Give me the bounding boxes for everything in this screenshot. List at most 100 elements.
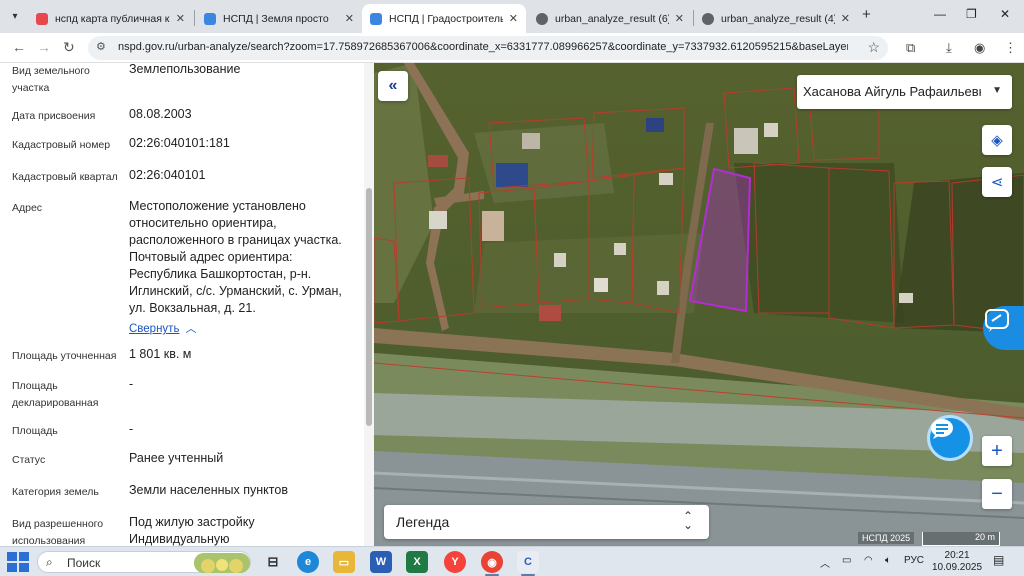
tab-label: urban_analyze_result (6).pdf [555,12,669,25]
detail-label: Кадастровый номер [12,139,111,151]
collapse-link[interactable]: Свернуть [129,323,179,335]
profile-icon[interactable]: ◉ [974,40,985,56]
detail-value: - [129,377,134,391]
bookmark-star-icon[interactable]: ☆ [867,39,880,56]
detail-value: Землепользование [129,63,241,76]
network-icon[interactable]: ▭ [842,555,851,566]
notifications-icon[interactable]: ▤ [993,553,1004,567]
share-button[interactable]: ⋖ [982,167,1012,197]
globe-icon [536,12,548,25]
detail-value: 1 801 кв. м [129,347,192,361]
yandex-browser-icon[interactable]: Y [444,551,466,573]
close-icon[interactable]: ✕ [176,12,185,25]
tab-1[interactable]: нспд карта публичная кадастровая ✕ [28,4,193,33]
sort-arrows-icon: ⌃ ⌄ [682,509,693,532]
url-text: nspd.gov.ru/urban-analyze/search?zoom=17… [118,41,848,53]
detail-label: Вид земельного участка [12,65,90,94]
back-button[interactable]: ← [12,39,26,55]
detail-value: 08.08.2003 [129,107,192,121]
detail-value: 02:26:040101:181 [129,136,230,150]
map-view[interactable]: « Хасанова Айгуль Рафаильевна ▼ ◈ ⋖ + − … [374,63,1024,546]
layers-button[interactable]: ◈ [982,125,1012,155]
detail-value: Местоположение установлено относительно … [129,199,342,315]
wifi-icon[interactable]: ◠ [864,555,873,566]
file-explorer-icon[interactable]: ▭ [333,551,355,573]
menu-icon[interactable]: ⋮ [1004,40,1017,56]
excel-icon[interactable]: X [406,551,428,573]
search-placeholder: Поиск [67,556,101,570]
search-icon: ⌕ [46,555,53,569]
detail-label: Площадь [12,425,58,437]
chat-button[interactable] [927,415,973,461]
panel-scrollbar-thumb[interactable] [366,188,372,426]
screen: ▾ нспд карта публичная кадастровая ✕ НСП… [0,0,1024,576]
forward-button[interactable]: → [37,39,51,55]
clock-date: 10.09.2025 [932,562,983,573]
tab-5[interactable]: urban_analyze_result (4).pdf ✕ [694,4,858,33]
reload-button[interactable]: ↻ [63,39,75,56]
taskbar: ⌕ Поиск ⊟ e ▭ W X Y ◉ C ︿ ▭ ◠ 🔈︎ РУС 20:… [0,546,1024,576]
detail-label: Статус [12,454,46,466]
address-bar[interactable]: ⚙ nspd.gov.ru/urban-analyze/search?zoom=… [88,36,888,60]
chevron-up-icon[interactable]: ︿ [185,323,196,335]
favicon-icon [370,12,382,25]
zoom-in-button[interactable]: + [982,436,1012,466]
favicon-icon [36,12,48,25]
close-icon[interactable]: ✕ [841,12,850,25]
new-tab-button[interactable]: + [862,6,871,23]
detail-label: Площадь декларированная [12,380,99,409]
detail-value: Под жилую застройку Индивидуальную [129,515,255,546]
object-details-panel: Вид земельного участка Землепользование … [0,63,374,546]
chrome-icon[interactable]: ◉ [481,551,503,573]
zoom-out-button[interactable]: − [982,479,1012,509]
globe-icon [702,12,714,25]
tab-3-active[interactable]: НСПД | Градостроительный анализ ✕ [362,4,526,33]
tray-chevron-icon[interactable]: ︿ [820,555,830,570]
tab-2[interactable]: НСПД | Земля просто ✕ [196,4,362,33]
language-indicator[interactable]: РУС [904,555,924,566]
minimize-button[interactable]: — [934,7,946,21]
download-icon[interactable]: ⤓ [946,40,952,56]
detail-value: 02:26:040101 [129,168,206,182]
clock-time: 20:21 [944,550,970,561]
tab-4[interactable]: urban_analyze_result (6).pdf ✕ [528,4,692,33]
user-dropdown[interactable]: Хасанова Айгуль Рафаильевна ▼ [797,75,1012,109]
tab-label: нспд карта публичная кадастровая [55,12,170,25]
map-scale: 20 m [922,532,1000,546]
tab-label: urban_analyze_result (4).pdf [721,12,835,25]
edge-icon[interactable]: e [297,551,319,573]
detail-label: Кадастровый квартал [12,171,118,183]
legend-label: Легенда [396,514,450,530]
legend-select[interactable]: Легенда ⌃ ⌄ [384,505,709,539]
tab-label: НСПД | Земля просто [223,12,329,25]
site-info-icon[interactable]: ⚙ [96,40,106,53]
user-name: Хасанова Айгуль Рафаильевна [803,84,981,99]
taskbar-search[interactable]: ⌕ Поиск [37,551,251,573]
clock[interactable]: 20:21 10.09.2025 [932,550,982,574]
detail-label: Категория земель [12,486,99,498]
task-view-icon[interactable]: ⊟ [262,551,284,573]
word-icon[interactable]: W [370,551,392,573]
volume-icon[interactable]: 🔈︎ [885,555,891,566]
close-icon[interactable]: ✕ [675,12,684,25]
satellite-imagery [374,63,1024,546]
extensions-icon[interactable]: ⧉ [906,40,915,56]
message-icon [931,419,953,439]
detail-label: Площадь уточненная [12,350,117,362]
restore-button[interactable]: ❐ [966,7,977,21]
collapse-panel-button[interactable]: « [378,71,408,101]
close-icon[interactable]: ✕ [345,12,354,25]
tab-search-icon[interactable]: ▾ [4,5,26,27]
app-icon[interactable]: C [517,551,539,573]
start-button[interactable] [6,551,29,573]
close-icon[interactable]: ✕ [509,12,518,25]
feedback-badge[interactable] [983,306,1024,350]
tab-strip: ▾ нспд карта публичная кадастровая ✕ НСП… [0,0,1024,33]
detail-label: Вид разрешенного использования [12,518,104,546]
chat-bubble-icon [985,309,1009,332]
caret-down-icon: ▼ [992,85,1002,96]
close-window-button[interactable]: ✕ [1000,7,1010,21]
tab-label: НСПД | Градостроительный анализ [389,12,503,25]
detail-value: - [129,422,134,436]
detail-label: Адрес [12,202,43,214]
